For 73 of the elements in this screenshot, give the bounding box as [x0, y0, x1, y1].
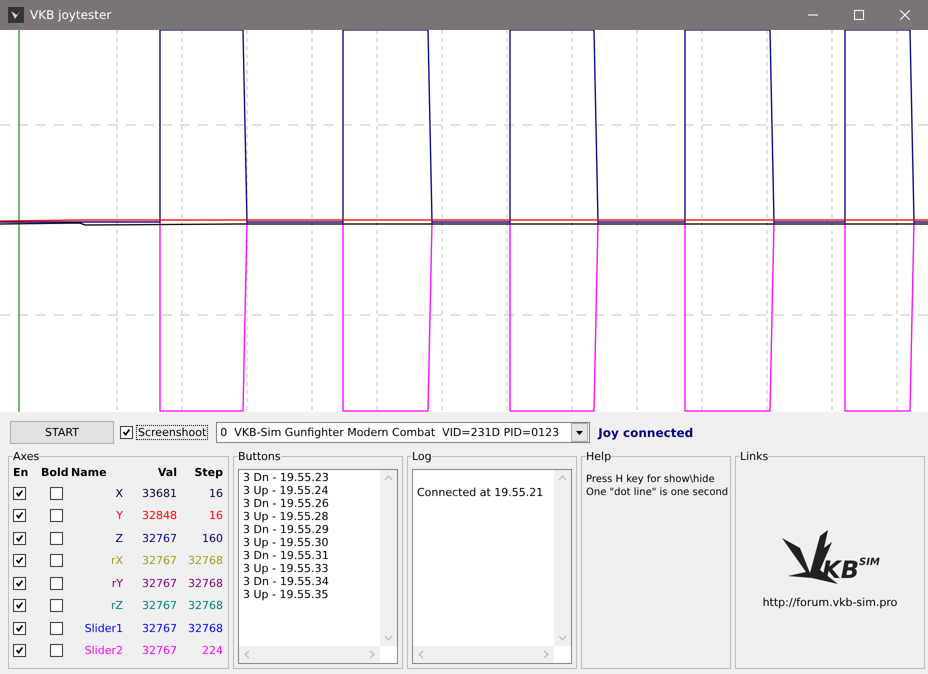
column-header: Bold [41, 465, 70, 481]
axis-value: 32767 [142, 532, 177, 545]
buttons-entry: 3 Dn - 19.55.31 [243, 549, 330, 562]
bold-checkbox[interactable] [50, 486, 62, 500]
axis-step: 32768 [188, 554, 223, 568]
axis-name: X [115, 486, 123, 500]
axis-step: 32768 [188, 622, 223, 635]
enable-checkbox[interactable] [13, 576, 26, 590]
buttons-entry: 3 Up - 19.55.24 [243, 484, 330, 497]
device-dropdown[interactable]: 0 VKB-Sim Gunfighter Modern Combat VID=231D PID=0123 [216, 422, 590, 443]
axis-value: 32767 [142, 622, 177, 635]
column-header: Step [193, 465, 223, 481]
bold-checkbox[interactable] [50, 576, 62, 590]
buttons-entry: 3 Up - 19.55.28 [243, 510, 330, 523]
axis-step: 16 [209, 486, 223, 500]
maximize-icon [854, 10, 864, 20]
bold-checkbox[interactable] [50, 599, 62, 612]
axis-step: 224 [202, 644, 223, 658]
enable-checkbox[interactable] [13, 532, 26, 545]
axis-value: 32767 [142, 554, 177, 568]
enable-checkbox[interactable] [13, 644, 26, 658]
axis-value: 32767 [142, 599, 177, 612]
axis-name: Y [116, 509, 123, 522]
axis-name: rX [110, 554, 123, 568]
buttons-entry: 3 Up - 19.55.30 [243, 536, 330, 549]
help-text: One "dot line" is one second [586, 486, 726, 499]
help-text: Press H key for show\hide [586, 473, 716, 486]
group-title: Links [740, 450, 768, 463]
buttons-entry: 3 Dn - 19.55.29 [243, 523, 330, 536]
window-title: VKB joytester [30, 8, 112, 22]
axis-step: 16 [209, 509, 223, 522]
log-entry: Connected at 19.55.21 [417, 486, 544, 499]
buttons-entry: 3 Up - 19.55.35 [243, 588, 330, 601]
group-title: Log [412, 450, 432, 463]
axis-step: 32768 [188, 576, 223, 590]
group-title: Buttons [238, 450, 281, 463]
axis-value: 32848 [142, 509, 177, 522]
enable-checkbox[interactable] [13, 554, 26, 568]
axis-name: Slider2 [84, 644, 123, 658]
column-header: Val [156, 465, 177, 481]
bold-checkbox[interactable] [50, 509, 62, 522]
axis-name: Slider1 [84, 622, 123, 635]
axis-value: 32767 [142, 644, 177, 658]
start-button[interactable]: START [10, 421, 114, 444]
enable-checkbox[interactable] [13, 599, 26, 612]
buttons-entry: 3 Dn - 19.55.26 [243, 497, 330, 510]
enable-checkbox[interactable] [13, 509, 26, 522]
caret-icon [576, 430, 584, 434]
axis-value: 32767 [142, 576, 177, 590]
axis-value: 33681 [142, 486, 177, 500]
axis-name: rY [112, 576, 123, 590]
bold-checkbox[interactable] [50, 644, 62, 658]
column-header: En [13, 465, 30, 481]
group-title: Axes [13, 450, 40, 463]
axis-name: rZ [110, 599, 123, 612]
screenshot-checkbox[interactable] [120, 426, 133, 439]
enable-checkbox[interactable] [13, 486, 26, 500]
bold-checkbox[interactable] [50, 622, 62, 635]
bold-checkbox[interactable] [50, 532, 62, 545]
buttons-entry: 3 Dn - 19.55.34 [243, 575, 330, 588]
column-header: Name [71, 465, 108, 481]
enable-checkbox[interactable] [13, 622, 26, 635]
buttons-entry: 3 Dn - 19.55.23 [243, 471, 330, 484]
axis-name: Z [115, 532, 123, 545]
forum-link[interactable]: http://forum.vkb-sim.pro [762, 596, 898, 609]
checkbox-label[interactable]: Screenshoot [136, 425, 208, 440]
axis-step: 160 [202, 532, 223, 545]
bold-checkbox[interactable] [50, 554, 62, 568]
axis-step: 32768 [188, 599, 223, 612]
group-title: Help [586, 450, 612, 463]
close-icon [900, 10, 910, 20]
buttons-entry: 3 Up - 19.55.33 [243, 562, 330, 575]
connection-status: Joy connected [598, 426, 694, 440]
